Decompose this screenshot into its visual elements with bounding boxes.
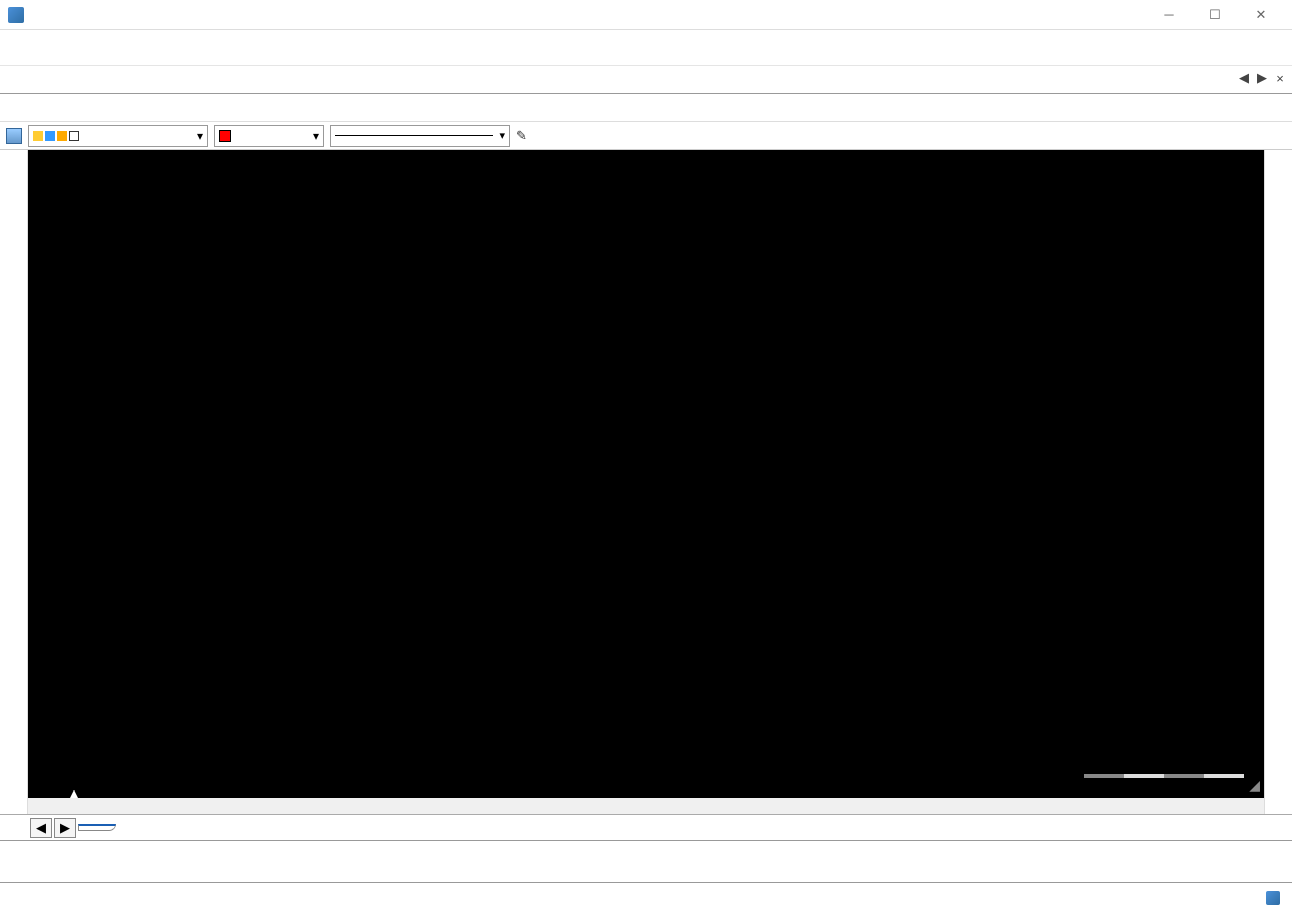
command-window[interactable] <box>0 840 1292 882</box>
canvas-area: ◢ <box>28 150 1264 814</box>
document-tabs: ◀ ▶ × <box>0 66 1292 94</box>
tab-close-icon[interactable]: × <box>1272 70 1288 86</box>
menubar <box>0 30 1292 66</box>
layer-manager-icon[interactable] <box>6 128 22 144</box>
properties-toolbar: ▾ ▾ ▾ ✎ <box>0 122 1292 150</box>
brand-icon <box>1266 891 1280 905</box>
standard-toolbar <box>0 94 1292 122</box>
layer-dropdown[interactable]: ▾ <box>28 125 208 147</box>
tab-nav: ◀ ▶ × <box>1236 70 1288 86</box>
tab-next-icon[interactable]: ▶ <box>1254 70 1270 86</box>
drawing-canvas[interactable]: ◢ <box>28 150 1264 798</box>
lineweight-dropdown[interactable]: ▾ <box>330 125 510 147</box>
minimize-button[interactable]: ─ <box>1146 0 1192 30</box>
titlebar: ─ ☐ ✕ <box>0 0 1292 30</box>
maximize-button[interactable]: ☐ <box>1192 0 1238 30</box>
layout-tabs: ◀ ▶ <box>0 814 1292 840</box>
modify-toolbar <box>1264 150 1292 814</box>
layout-prev-button[interactable]: ◀ <box>30 818 52 838</box>
tab-prev-icon[interactable]: ◀ <box>1236 70 1252 86</box>
workspace: ◢ <box>0 150 1292 814</box>
drawing-svg <box>28 150 1264 782</box>
app-icon <box>8 7 24 23</box>
resize-grip-icon[interactable]: ◢ <box>1249 777 1260 794</box>
horizontal-scrollbar[interactable] <box>28 798 1264 814</box>
draw-toolbar <box>0 150 28 814</box>
brush-icon[interactable]: ✎ <box>516 128 527 144</box>
color-dropdown[interactable]: ▾ <box>214 125 324 147</box>
brand-label <box>1266 891 1284 905</box>
status-bar <box>0 882 1292 912</box>
layout-next-button[interactable]: ▶ <box>54 818 76 838</box>
color-swatch-icon <box>219 130 231 142</box>
model-tab[interactable] <box>78 824 116 831</box>
scale-ruler <box>1084 772 1244 780</box>
close-button[interactable]: ✕ <box>1238 0 1284 30</box>
